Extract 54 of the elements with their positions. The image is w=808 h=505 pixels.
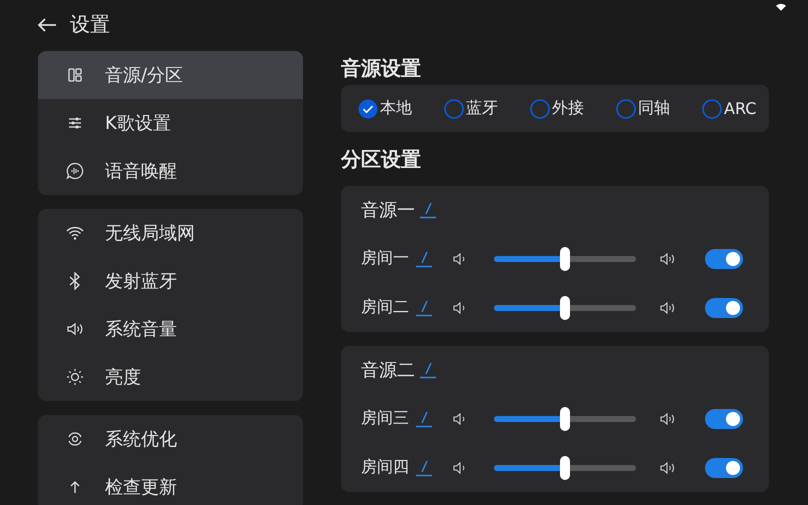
edit-icon[interactable]: [415, 458, 433, 476]
voice-icon: [66, 162, 84, 180]
speaker-icon: [66, 321, 84, 337]
sidebar-item[interactable]: 发射蓝牙: [38, 257, 303, 305]
volume-high-icon: [659, 460, 677, 476]
sidebar-item[interactable]: 音源/分区: [38, 51, 303, 99]
room-name: 房间四: [361, 457, 410, 478]
slider-thumb[interactable]: [560, 456, 570, 480]
wifi-icon: [776, 3, 786, 11]
volume-high-icon: [659, 410, 677, 426]
sliders-icon: [67, 115, 83, 131]
refresh-icon: [66, 430, 84, 448]
source-name: 音源一: [361, 199, 415, 222]
section-heading: 音源设置: [341, 54, 422, 82]
radio-option[interactable]: 蓝牙: [444, 98, 530, 119]
room-name: 房间三: [361, 408, 410, 429]
toggle-switch[interactable]: [705, 248, 743, 268]
radio-option[interactable]: 本地: [358, 98, 444, 119]
volume-high-icon: [659, 250, 677, 266]
slider-thumb[interactable]: [560, 296, 570, 320]
edit-icon[interactable]: [419, 361, 437, 379]
edit-icon[interactable]: [415, 250, 433, 268]
slider-thumb[interactable]: [560, 246, 570, 270]
sidebar-item[interactable]: 系统优化: [38, 415, 303, 463]
room-name: 房间二: [361, 297, 410, 318]
sidebar-item[interactable]: 系统音量: [38, 305, 303, 353]
layout-icon: [67, 67, 83, 83]
sidebar-item[interactable]: 亮度: [38, 353, 303, 401]
section-heading: 分区设置: [341, 146, 422, 172]
volume-slider[interactable]: [494, 246, 636, 270]
wifi-icon: [66, 225, 84, 241]
sidebar-item[interactable]: K歌设置: [38, 99, 303, 147]
sun-icon: [66, 368, 84, 386]
back-arrow-icon[interactable]: [37, 16, 57, 32]
volume-slider[interactable]: [494, 296, 636, 320]
room-name: 房间一: [361, 248, 410, 269]
radio-option[interactable]: ARC: [702, 98, 756, 118]
edit-icon[interactable]: [419, 201, 437, 219]
sidebar-item[interactable]: 无线局域网: [38, 209, 303, 257]
source-name: 音源二: [361, 359, 415, 382]
slider-thumb[interactable]: [560, 406, 570, 430]
sidebar-item[interactable]: 语音唤醒: [38, 147, 303, 195]
volume-slider[interactable]: [494, 406, 636, 430]
toggle-switch[interactable]: [705, 458, 743, 478]
radio-option[interactable]: 同轴: [616, 98, 702, 119]
volume-slider[interactable]: [494, 456, 636, 480]
edit-icon[interactable]: [415, 410, 433, 428]
toggle-switch[interactable]: [705, 408, 743, 428]
volume-high-icon: [659, 300, 677, 316]
edit-icon[interactable]: [415, 298, 433, 316]
radio-option[interactable]: 外接: [530, 98, 616, 119]
sidebar-item[interactable]: 检查更新: [38, 463, 303, 505]
toggle-switch[interactable]: [705, 298, 743, 318]
page-title: 设置: [70, 11, 110, 38]
